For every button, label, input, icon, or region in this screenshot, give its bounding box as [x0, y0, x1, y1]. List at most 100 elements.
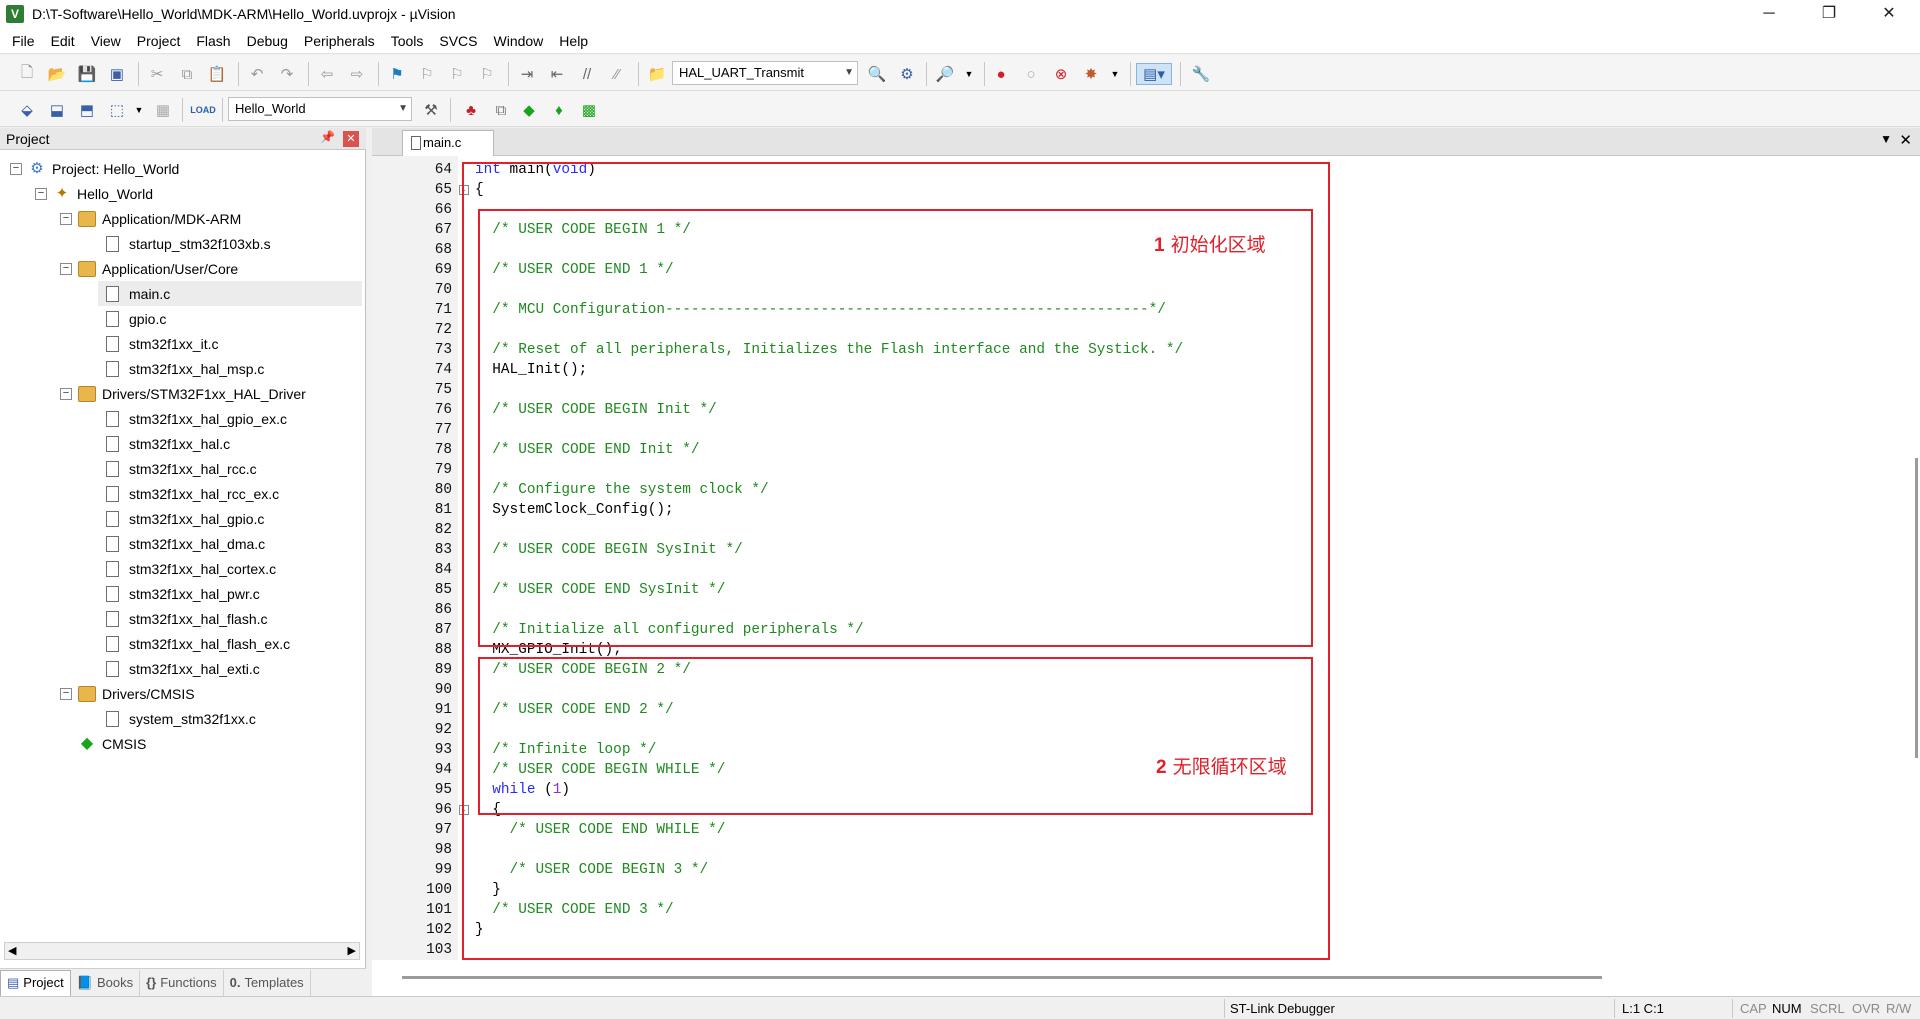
navigate-back-icon[interactable]: ⇦ [316, 63, 338, 85]
close-tab-icon[interactable]: ✕ [1899, 131, 1912, 149]
menu-svcs[interactable]: SVCS [431, 28, 485, 54]
menu-view[interactable]: View [83, 28, 129, 54]
debug-session-icon[interactable]: 🔎 [934, 63, 956, 85]
tab-templates[interactable]: 0. Templates [224, 969, 311, 996]
restore-button[interactable]: ❐ [1800, 0, 1858, 28]
tree-node-project[interactable]: − ⚙ Project: Hello_World [10, 156, 179, 181]
pin-icon[interactable]: 📌 [320, 130, 335, 144]
collapse-icon[interactable]: − [60, 387, 72, 400]
scroll-left-icon[interactable]: ◀ [8, 944, 16, 957]
new-file-icon[interactable]: 🗋 [16, 63, 38, 85]
function-combo[interactable]: HAL_UART_Transmit ▼ [672, 61, 858, 85]
chevron-down-icon[interactable]: ▼ [128, 99, 150, 121]
tree-node-file[interactable]: gpio.c [106, 306, 166, 331]
pack-installer-icon[interactable]: ◆ [518, 99, 540, 121]
configure-icon[interactable]: 🔧 [1190, 63, 1212, 85]
tree-node-folder[interactable]: − Drivers/CMSIS [60, 681, 195, 706]
tab-main-c[interactable]: main.c [402, 130, 494, 156]
tab-functions[interactable]: {} Functions [140, 969, 224, 996]
tree-node-file[interactable]: stm32f1xx_it.c [106, 331, 218, 356]
tree-node-file[interactable]: stm32f1xx_hal_msp.c [106, 356, 264, 381]
collapse-icon[interactable]: − [35, 187, 47, 200]
manage-components-icon[interactable]: ♣ [460, 99, 482, 121]
save-all-icon[interactable]: ▣ [106, 63, 128, 85]
tree-node-file-selected[interactable]: main.c [98, 281, 362, 306]
collapse-icon[interactable]: − [10, 162, 22, 175]
stop-build-icon[interactable]: ▦ [152, 99, 174, 121]
menu-edit[interactable]: Edit [43, 28, 83, 54]
translate-icon[interactable]: ⬙ [16, 99, 38, 121]
tree-node-file[interactable]: stm32f1xx_hal_gpio.c [106, 506, 264, 531]
find-in-files-icon[interactable]: 📁 [646, 63, 668, 85]
tree-node-file[interactable]: stm32f1xx_hal_gpio_ex.c [106, 406, 287, 431]
find-icon[interactable]: 🔍 [866, 63, 888, 85]
chevron-down-icon[interactable]: ▼ [1104, 63, 1126, 85]
cut-icon[interactable]: ✂ [146, 63, 168, 85]
bookmark-icon[interactable]: ⚑ [386, 63, 408, 85]
tree-node-file[interactable]: stm32f1xx_hal_pwr.c [106, 581, 260, 606]
menu-window[interactable]: Window [486, 28, 552, 54]
kill-breakpoints-icon[interactable]: ✸ [1080, 63, 1102, 85]
menu-project[interactable]: Project [129, 28, 189, 54]
redo-icon[interactable]: ↷ [276, 63, 298, 85]
tree-node-file[interactable]: stm32f1xx_hal_flash_ex.c [106, 631, 290, 656]
tree-node-file[interactable]: system_stm32f1xx.c [106, 706, 256, 731]
tree-node-file[interactable]: stm32f1xx_hal_rcc.c [106, 456, 257, 481]
tree-node-file[interactable]: stm32f1xx_hal_cortex.c [106, 556, 276, 581]
undo-icon[interactable]: ↶ [246, 63, 268, 85]
tree-node-component[interactable]: ◆ CMSIS [78, 731, 147, 756]
tree-node-file[interactable]: startup_stm32f103xb.s [106, 231, 271, 256]
tab-list-dropdown-icon[interactable]: ▼ [1880, 132, 1892, 146]
editor-horizontal-scrollbar[interactable] [402, 976, 1602, 979]
tree-node-target[interactable]: − ✦ Hello_World [35, 181, 153, 206]
window-layout-icon[interactable]: ▤▾ [1136, 63, 1172, 85]
close-icon[interactable]: ✕ [343, 131, 359, 147]
batch-build-icon[interactable]: ⬚ [106, 99, 128, 121]
editor-vertical-scrollbar[interactable] [1915, 458, 1918, 758]
paste-icon[interactable]: 📋 [206, 63, 228, 85]
tab-books[interactable]: 📘 Books [71, 969, 141, 996]
tab-project[interactable]: ▤ Project [0, 969, 71, 996]
menu-flash[interactable]: Flash [188, 28, 238, 54]
menu-tools[interactable]: Tools [383, 28, 432, 54]
select-software-packs-icon[interactable]: ▩ [578, 99, 600, 121]
breakpoint-icon[interactable]: ● [990, 63, 1012, 85]
collapse-icon[interactable]: − [60, 262, 72, 275]
disable-breakpoint-icon[interactable]: ○ [1020, 63, 1042, 85]
tree-horizontal-scrollbar[interactable]: ◀ ▶ [4, 942, 360, 960]
rte-icon[interactable]: ♦ [548, 99, 570, 121]
close-button[interactable]: ✕ [1860, 0, 1918, 28]
chevron-down-icon[interactable]: ▼ [958, 63, 980, 85]
save-icon[interactable]: 💾 [76, 63, 98, 85]
uncomment-icon[interactable]: ⁄⁄ [606, 63, 628, 85]
menu-file[interactable]: File [4, 28, 43, 54]
tree-node-file[interactable]: stm32f1xx_hal_exti.c [106, 656, 260, 681]
tree-node-file[interactable]: stm32f1xx_hal_dma.c [106, 531, 265, 556]
next-bookmark-icon[interactable]: ⚐ [446, 63, 468, 85]
target-options-icon[interactable]: ⚒ [420, 99, 442, 121]
target-combo[interactable]: Hello_World ▼ [228, 97, 412, 121]
scroll-right-icon[interactable]: ▶ [348, 944, 356, 957]
comment-icon[interactable]: // [576, 63, 598, 85]
collapse-icon[interactable]: − [60, 687, 72, 700]
rebuild-icon[interactable]: ⬒ [76, 99, 98, 121]
tree-node-file[interactable]: stm32f1xx_hal_rcc_ex.c [106, 481, 279, 506]
minimize-button[interactable]: ─ [1740, 0, 1798, 28]
tree-node-folder[interactable]: − Application/User/Core [60, 256, 238, 281]
clear-bookmarks-icon[interactable]: ⚐ [476, 63, 498, 85]
tree-node-file[interactable]: stm32f1xx_hal_flash.c [106, 606, 268, 631]
menu-peripherals[interactable]: Peripherals [296, 28, 383, 54]
prev-bookmark-icon[interactable]: ⚐ [416, 63, 438, 85]
indent-icon[interactable]: ⇥ [516, 63, 538, 85]
build-icon[interactable]: ⬓ [46, 99, 68, 121]
tree-node-folder[interactable]: − Drivers/STM32F1xx_HAL_Driver [60, 381, 306, 406]
tree-node-file[interactable]: stm32f1xx_hal.c [106, 431, 230, 456]
download-icon[interactable]: LOAD [190, 99, 216, 121]
menu-help[interactable]: Help [551, 28, 596, 54]
tree-node-folder[interactable]: − Application/MDK-ARM [60, 206, 241, 231]
copy-icon[interactable]: ⧉ [176, 63, 198, 85]
menu-debug[interactable]: Debug [239, 28, 296, 54]
collapse-icon[interactable]: − [60, 212, 72, 225]
disable-all-breakpoints-icon[interactable]: ⊗ [1050, 63, 1072, 85]
file-extensions-icon[interactable]: ⧉ [490, 99, 512, 121]
